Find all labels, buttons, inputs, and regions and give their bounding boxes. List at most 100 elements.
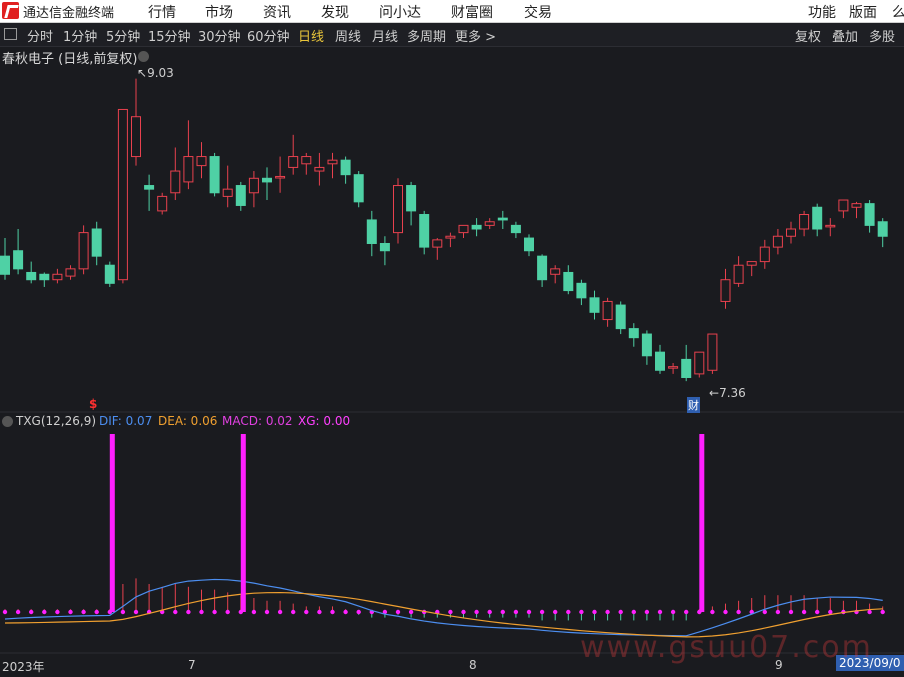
xg-dot <box>539 609 545 615</box>
xg-dot <box>173 609 178 615</box>
xaxis-year-label: 2023年 <box>2 660 45 674</box>
xg-dot <box>291 609 296 615</box>
xg-dot <box>723 609 728 615</box>
indicator-name[interactable]: TXG(12,26,9) <box>16 414 96 428</box>
xg-dot <box>592 609 597 615</box>
xg-dot <box>81 609 86 615</box>
xg-dot <box>710 609 715 615</box>
candle-body <box>537 255 548 281</box>
candle-body <box>655 351 665 371</box>
xg-dot <box>448 609 453 615</box>
xg-dot <box>186 609 191 615</box>
xg-dot <box>343 609 348 615</box>
xg-value: XG: 0.00 <box>298 414 351 428</box>
candle-body <box>812 206 823 230</box>
xg-dot <box>251 609 257 615</box>
candle-body <box>209 156 220 194</box>
xg-dot <box>277 609 283 615</box>
candle-body <box>471 224 482 230</box>
candle-body <box>825 224 836 228</box>
xg-dot <box>55 609 60 615</box>
candle-body <box>864 203 875 226</box>
xaxis-month-8: 8 <box>469 658 477 672</box>
dif-line <box>4 578 883 637</box>
indicator-menu-icon[interactable] <box>2 416 13 427</box>
xg-dot <box>500 609 505 615</box>
xaxis-month-7: 7 <box>188 658 196 672</box>
candle-body <box>157 195 168 212</box>
candle-body <box>366 219 377 244</box>
xg-signal-bar <box>699 434 705 612</box>
xg-dot <box>304 609 309 615</box>
xg-dot <box>120 609 126 615</box>
candle-body <box>851 203 862 208</box>
candle-body <box>524 237 534 252</box>
xg-dot <box>566 609 571 615</box>
candle-body <box>694 351 705 375</box>
candle-body <box>419 214 430 248</box>
candle-body <box>52 273 63 281</box>
candle-body <box>104 264 115 284</box>
candle-body <box>78 232 89 270</box>
candle-body <box>484 221 495 226</box>
high-price-label: ↖9.03 <box>137 66 174 80</box>
candle-body <box>589 297 600 313</box>
xg-signal-bar <box>109 434 115 612</box>
candle-body <box>91 228 102 257</box>
signal-marker: $ <box>89 397 98 411</box>
xg-dot <box>670 609 676 615</box>
dif-value: DIF: 0.07 <box>99 414 153 428</box>
candle-body <box>759 246 770 263</box>
candle-body <box>497 217 508 221</box>
candle-body <box>222 188 233 197</box>
xg-dot <box>526 609 532 615</box>
finance-event-marker[interactable]: 财 <box>687 397 700 413</box>
xg-dot <box>29 609 34 615</box>
xg-dot <box>618 609 623 615</box>
candle-body <box>707 333 718 371</box>
xg-dot <box>579 609 584 615</box>
xg-dot <box>880 609 885 615</box>
xg-dot <box>15 609 21 615</box>
candle-body <box>144 185 155 190</box>
xg-dot <box>264 609 270 615</box>
xg-dot <box>736 609 741 615</box>
xg-dot <box>317 609 322 615</box>
candle-body <box>314 166 325 172</box>
candle-body <box>131 116 141 158</box>
candle-body <box>576 282 587 299</box>
candle-body <box>26 271 37 281</box>
candle-body <box>0 255 10 275</box>
xg-dot <box>788 609 794 615</box>
candle-body <box>458 224 469 234</box>
candle-body <box>445 235 456 239</box>
kline-chart[interactable] <box>0 0 904 677</box>
xg-dot <box>762 609 767 615</box>
candle-body <box>327 159 338 165</box>
xg-dot <box>94 609 99 615</box>
xg-signal-bar <box>240 434 246 612</box>
candle-body <box>681 358 692 379</box>
macd-value: MACD: 0.02 <box>222 414 293 428</box>
candle-body <box>510 224 521 234</box>
xg-dot <box>815 609 820 615</box>
xg-dot <box>42 609 47 615</box>
xg-dot <box>867 609 872 615</box>
candle-body <box>615 304 626 330</box>
xg-dot <box>2 609 8 615</box>
candle-body <box>772 235 783 248</box>
candle-body <box>668 366 679 369</box>
xg-dot <box>657 609 663 615</box>
xg-dot <box>631 609 636 615</box>
candle-body <box>746 261 757 266</box>
xg-dot <box>461 609 466 615</box>
xg-dot <box>474 609 479 615</box>
candle-body <box>183 156 194 183</box>
candle-body <box>65 268 76 277</box>
xg-dot <box>199 609 204 615</box>
candle-body <box>877 221 888 237</box>
xg-dot <box>605 609 610 615</box>
candle-body <box>602 300 613 321</box>
xg-dot <box>68 609 73 615</box>
candle-body <box>733 264 744 284</box>
